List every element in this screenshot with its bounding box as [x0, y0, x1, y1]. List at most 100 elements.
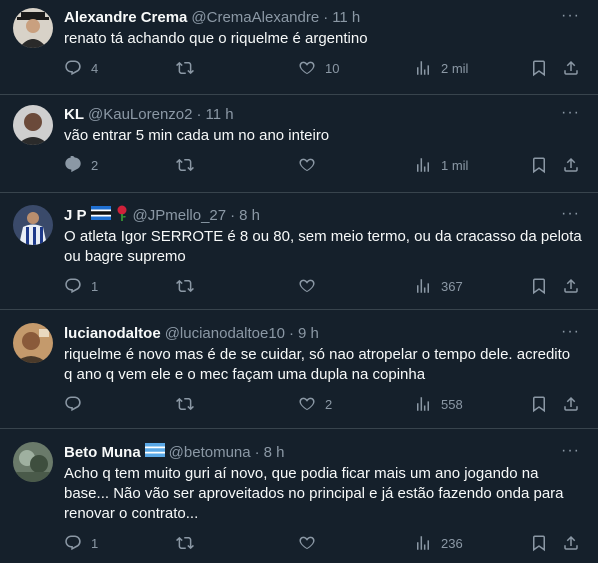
views-button[interactable]: 236 [414, 534, 463, 552]
more-icon[interactable]: ··· [561, 442, 580, 460]
share-icon [564, 60, 578, 75]
avatar[interactable] [13, 205, 53, 245]
avatar[interactable] [13, 8, 53, 48]
author-handle[interactable]: @betomuna [169, 443, 251, 463]
retweet-button[interactable] [176, 59, 203, 77]
views-icon [417, 158, 429, 172]
bookmark-button[interactable] [530, 156, 548, 174]
author-handle[interactable]: @lucianodaltoe10 [165, 324, 285, 344]
views-button[interactable]: 1 mil [414, 156, 468, 174]
rose-icon [115, 205, 129, 227]
avatar[interactable] [13, 442, 53, 482]
bookmark-button[interactable] [530, 277, 548, 295]
tweet[interactable]: J P @JPmello_27 · 8 h ··· O atleta Igor … [0, 193, 598, 310]
views-count: 1 mil [441, 157, 469, 173]
author-name[interactable]: Alexandre Crema [64, 8, 187, 28]
reply-button[interactable]: 1 [64, 534, 98, 552]
flag-icon [90, 206, 111, 226]
timestamp[interactable]: 9 h [298, 324, 319, 344]
more-icon[interactable]: ··· [561, 7, 580, 25]
views-button[interactable]: 367 [414, 277, 463, 295]
avatar[interactable] [13, 323, 53, 363]
author-name[interactable]: Beto Muna [64, 443, 141, 463]
like-icon [299, 397, 315, 411]
retweet-icon [176, 61, 194, 75]
like-button[interactable] [298, 534, 325, 552]
reply-button[interactable] [64, 395, 91, 413]
more-icon[interactable]: ··· [561, 104, 580, 122]
separator: · [230, 207, 236, 224]
separator: · [254, 444, 260, 461]
reply-icon [65, 396, 81, 412]
separator: · [323, 9, 329, 26]
share-icon [564, 396, 578, 411]
views-button[interactable]: 558 [414, 395, 463, 413]
author-handle[interactable]: @CremaAlexandre [191, 8, 319, 28]
views-icon [417, 397, 429, 411]
timeline-feed: Alexandre Crema @CremaAlexandre · 11 h ·… [0, 0, 598, 563]
author-name[interactable]: KL [64, 105, 84, 125]
reply-icon [65, 535, 81, 551]
retweet-button[interactable] [176, 277, 203, 295]
bookmark-button[interactable] [530, 534, 548, 552]
reply-icon [65, 156, 81, 173]
retweet-icon [176, 158, 194, 172]
reply-count: 1 [91, 535, 99, 551]
tweet[interactable]: Beto Muna @betomuna · 8 h ··· Acho q tem… [0, 429, 598, 563]
like-button[interactable] [298, 156, 325, 174]
like-icon [299, 158, 315, 172]
share-icon [564, 157, 578, 172]
reply-button[interactable]: 1 [64, 277, 98, 295]
retweet-button[interactable] [176, 395, 203, 413]
tweet-text: Acho q tem muito guri aí novo, que podia… [64, 465, 564, 522]
action-bar: 4 10 2 mil [64, 51, 582, 85]
action-bar: 1 367 [64, 269, 582, 303]
views-icon [417, 536, 429, 550]
retweet-icon [176, 536, 194, 550]
tweet[interactable]: lucianodaltoe @lucianodaltoe10 · 9 h ···… [0, 310, 598, 429]
like-button[interactable]: 2 [298, 395, 332, 413]
tweet[interactable]: Alexandre Crema @CremaAlexandre · 11 h ·… [0, 0, 598, 95]
like-count: 2 [325, 396, 333, 412]
more-icon[interactable]: ··· [561, 205, 580, 223]
reply-button[interactable]: 2 [64, 156, 98, 174]
tweet-text: O atleta Igor SERROTE é 8 ou 80, sem mei… [64, 228, 582, 265]
share-icon [564, 278, 578, 293]
like-button[interactable] [298, 277, 325, 295]
retweet-button[interactable] [176, 534, 203, 552]
like-button[interactable]: 10 [298, 59, 339, 77]
views-count: 558 [441, 396, 463, 412]
timestamp[interactable]: 8 h [264, 443, 285, 463]
separator: · [289, 325, 295, 342]
bookmark-icon [533, 60, 545, 77]
retweet-button[interactable] [176, 156, 203, 174]
action-bar: 2 1 mil [64, 148, 582, 182]
timestamp[interactable]: 8 h [239, 206, 260, 226]
author-name[interactable]: lucianodaltoe [64, 324, 161, 344]
bookmark-button[interactable] [530, 59, 548, 77]
share-button[interactable] [562, 277, 580, 295]
share-button[interactable] [562, 395, 580, 413]
action-bar: 2 558 [64, 387, 582, 421]
timestamp[interactable]: 11 h [332, 8, 360, 28]
bookmark-button[interactable] [530, 395, 548, 413]
views-button[interactable]: 2 mil [414, 59, 468, 77]
bookmark-icon [533, 396, 545, 413]
avatar[interactable] [13, 105, 53, 145]
reply-count: 2 [91, 157, 99, 173]
reply-button[interactable]: 4 [64, 59, 98, 77]
author-name[interactable]: J P [64, 206, 87, 226]
share-button[interactable] [562, 59, 580, 77]
views-icon [417, 61, 429, 75]
author-handle[interactable]: @KauLorenzo2 [88, 105, 192, 125]
more-icon[interactable]: ··· [561, 323, 580, 341]
author-handle[interactable]: @JPmello_27 [133, 206, 227, 226]
separator: · [196, 106, 202, 123]
like-count: 10 [325, 60, 340, 76]
share-button[interactable] [562, 534, 580, 552]
retweet-icon [176, 279, 194, 293]
timestamp[interactable]: 11 h [205, 105, 233, 125]
tweet[interactable]: KL @KauLorenzo2 · 11 h ··· vão entrar 5 … [0, 95, 598, 193]
bookmark-icon [533, 535, 545, 552]
share-button[interactable] [562, 156, 580, 174]
